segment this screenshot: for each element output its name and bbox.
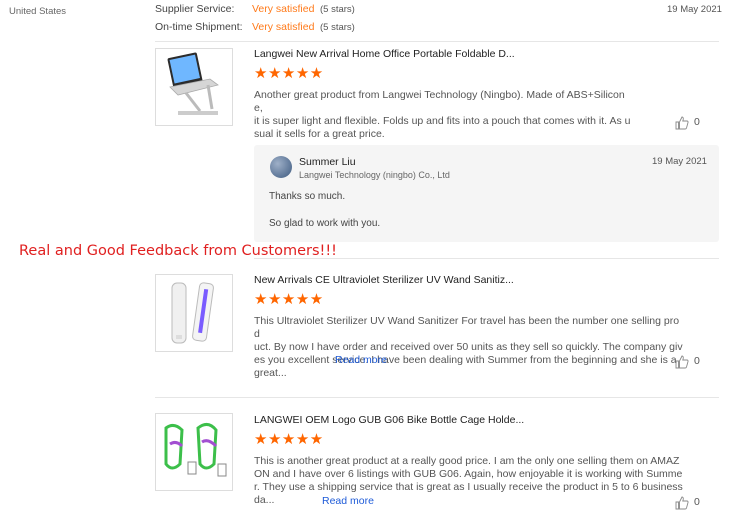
review-text: Another great product from Langwei Techn… — [254, 89, 632, 141]
product-thumbnail-bottle-cage[interactable] — [155, 413, 233, 491]
read-more-link[interactable]: Read more — [335, 354, 387, 366]
uv-wand-image — [171, 282, 214, 344]
product-title-link[interactable]: LANGWEI OEM Logo GUB G06 Bike Bottle Cag… — [254, 414, 524, 426]
like-count: 0 — [694, 496, 700, 508]
ontime-shipment-stars: (5 stars) — [320, 22, 355, 33]
review-line: Another great product from Langwei Techn… — [254, 89, 625, 114]
like-button[interactable] — [675, 116, 689, 135]
review-line: uct. By now I have order and received ov… — [254, 341, 683, 353]
ontime-shipment-label: On-time Shipment: — [155, 21, 243, 33]
review-line: r. They use a shipping service that is g… — [254, 481, 683, 493]
like-count: 0 — [694, 355, 700, 367]
thumbs-up-icon — [675, 496, 689, 510]
avatar — [270, 156, 292, 178]
supplier-service-stars: (5 stars) — [320, 4, 355, 15]
supplier-service-label: Supplier Service: — [155, 3, 235, 15]
thumbs-up-icon — [675, 355, 689, 369]
review-text: This Ultraviolet Sterilizer UV Wand Sani… — [254, 315, 684, 380]
read-more-link[interactable]: Read more — [322, 495, 374, 507]
like-button[interactable] — [675, 355, 689, 374]
feedback-overlay-caption: Real and Good Feedback from Customers!!! — [19, 243, 337, 259]
seller-name: Summer Liu — [299, 156, 356, 168]
review-line: great... — [254, 367, 287, 379]
review-line: This is another great product at a reall… — [254, 455, 680, 467]
star-rating: ★★★★★ — [254, 291, 324, 308]
divider — [254, 258, 719, 259]
product-title-link[interactable]: New Arrivals CE Ultraviolet Sterilizer U… — [254, 274, 514, 286]
star-rating: ★★★★★ — [254, 431, 324, 448]
divider — [155, 41, 719, 42]
supplier-service-value: Very satisfied — [252, 3, 315, 15]
star-rating: ★★★★★ — [254, 65, 324, 82]
laptop-stand-image — [167, 52, 219, 115]
review-line: es you excellent service. I have been de… — [254, 354, 677, 366]
review-line: This Ultraviolet Sterilizer UV Wand Sani… — [254, 315, 680, 340]
review-line: it is super light and flexible. Folds up… — [254, 115, 631, 127]
product-thumbnail-laptop-stand[interactable] — [155, 48, 233, 126]
like-count: 0 — [694, 116, 700, 128]
review-text: This is another great product at a reall… — [254, 455, 684, 507]
bottle-cage-image — [164, 423, 227, 477]
reply-message: Thanks so much. — [269, 191, 346, 202]
like-button[interactable] — [675, 496, 689, 515]
product-title-link[interactable]: Langwei New Arrival Home Office Portable… — [254, 48, 515, 60]
review-line: da... — [254, 494, 275, 506]
seller-reply-box: Summer Liu Langwei Technology (ningbo) C… — [254, 145, 719, 242]
divider — [155, 397, 719, 398]
ontime-shipment-value: Very satisfied — [252, 21, 315, 33]
reply-date: 19 May 2021 — [652, 156, 707, 167]
product-thumbnail-uv-wand[interactable] — [155, 274, 233, 352]
review-line: ON and I have over 6 listings with GUB G… — [254, 468, 683, 480]
buyer-country: United States — [9, 6, 67, 17]
review-line: sual it sells for a great price. — [254, 128, 385, 140]
thumbs-up-icon — [675, 116, 689, 130]
seller-company: Langwei Technology (ningbo) Co., Ltd — [299, 170, 450, 180]
review-date: 19 May 2021 — [667, 4, 722, 15]
reply-message: So glad to work with you. — [269, 218, 381, 229]
